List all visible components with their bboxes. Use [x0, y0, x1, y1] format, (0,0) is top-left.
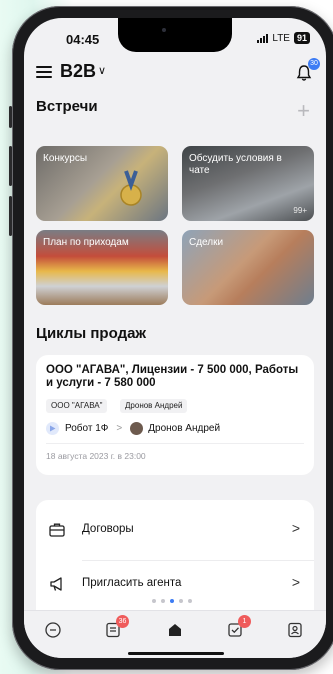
silent-switch — [9, 106, 12, 128]
chevron-right-icon: > — [291, 520, 300, 536]
camera-icon — [162, 28, 166, 32]
tile-count: 99+ — [293, 206, 307, 215]
tab-chat[interactable] — [44, 621, 62, 639]
tile-discuss-terms[interactable]: Обсудить условия в чате 99+ — [182, 146, 314, 221]
tile-label: Конкурсы — [43, 153, 88, 164]
chevron-right-icon: > — [116, 422, 123, 434]
phone-frame: 04:45 LTE 91 B2B ∨ 30 Встречи + Конкурсы… — [9, 6, 333, 670]
tile-label: Обсудить условия в чате — [189, 153, 282, 176]
from-name: Робот 1Ф — [65, 422, 109, 434]
network-type: LTE — [272, 32, 290, 44]
contacts-icon — [288, 622, 302, 638]
sales-cycles-title: Циклы продаж — [36, 325, 147, 342]
tasks-badge: 1 — [238, 615, 251, 628]
battery-icon: 91 — [293, 32, 310, 44]
robot-icon — [46, 421, 59, 435]
megaphone-icon — [50, 577, 62, 591]
sales-cycle-card[interactable]: ООО "АГАВА", Лицензии - 7 500 000, Работ… — [36, 355, 314, 475]
card-date: 18 августа 2023 г. в 23:00 — [46, 451, 146, 461]
volume-down-button — [9, 196, 12, 236]
dynamic-island — [118, 18, 232, 52]
handoff-row: Робот 1Ф > Дронов Андрей — [46, 420, 220, 436]
chevron-right-icon: > — [291, 574, 300, 590]
volume-up-button — [9, 146, 12, 186]
tile-label: План по приходам — [43, 237, 129, 248]
meetings-title: Встречи — [36, 98, 98, 115]
home-icon — [169, 624, 181, 636]
app-title[interactable]: B2B — [60, 61, 96, 82]
tab-contacts[interactable] — [286, 621, 304, 639]
chat-icon — [45, 622, 61, 638]
menu-item-contracts[interactable]: Договоры > — [36, 508, 314, 552]
news-badge: 36 — [116, 615, 129, 628]
to-name: Дронов Андрей — [148, 422, 221, 434]
divider — [46, 443, 304, 444]
tile-income-plan[interactable]: План по приходам — [36, 230, 168, 305]
tab-bar: 36 1 — [24, 610, 326, 658]
app-screen: 04:45 LTE 91 B2B ∨ 30 Встречи + Конкурсы… — [24, 18, 326, 658]
status-indicators: LTE 91 — [257, 32, 310, 44]
menu-item-label: Пригласить агента — [82, 577, 182, 589]
medal-icon — [120, 170, 142, 206]
tag-company: ООО "АГАВА" — [46, 399, 108, 413]
home-indicator[interactable] — [128, 652, 224, 655]
tag-owner: Дронов Андрей — [120, 399, 188, 413]
menu-item-label: Договоры — [82, 523, 134, 535]
chevron-down-icon[interactable]: ∨ — [98, 64, 106, 77]
card-title: ООО "АГАВА", Лицензии - 7 500 000, Работ… — [46, 364, 299, 389]
divider — [82, 560, 314, 561]
tile-label: Сделки — [189, 237, 224, 248]
tab-home[interactable] — [166, 621, 184, 639]
status-time: 04:45 — [66, 32, 100, 47]
add-icon[interactable]: + — [297, 100, 310, 122]
signal-icon — [257, 33, 269, 43]
tile-deals[interactable]: Сделки — [182, 230, 314, 305]
notifications-badge: 30 — [308, 58, 320, 70]
top-bar: B2B ∨ 30 — [24, 58, 326, 88]
tile-contests[interactable]: Конкурсы — [36, 146, 168, 221]
page-indicator — [152, 599, 192, 603]
briefcase-icon — [49, 523, 65, 537]
menu-icon[interactable] — [36, 66, 52, 78]
avatar — [130, 421, 144, 435]
